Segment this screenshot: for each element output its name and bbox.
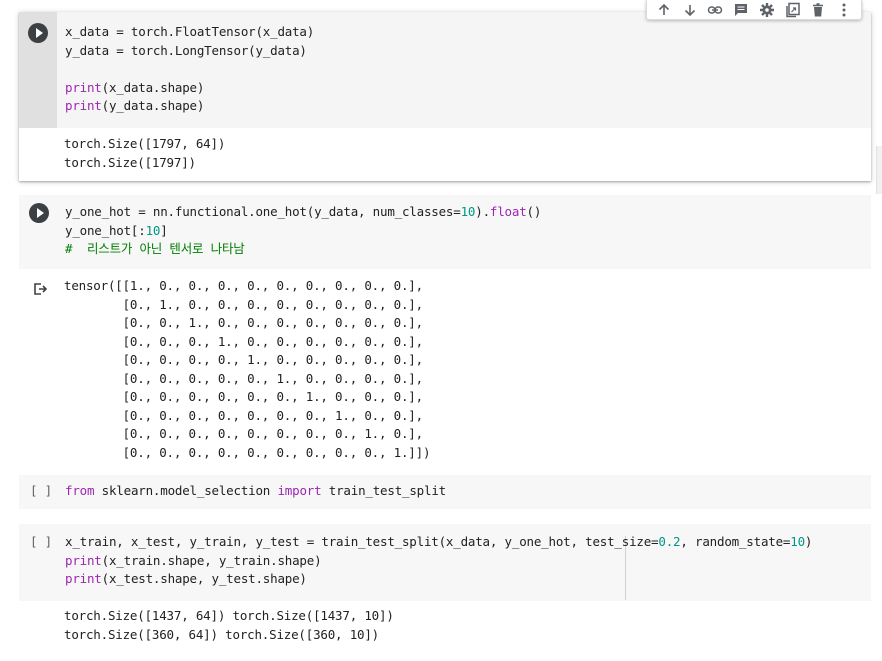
output-line: torch.Size([1797, 64]) [64, 136, 226, 151]
code-text[interactable]: from sklearn.model_selection import trai… [65, 482, 446, 501]
code-line: print(y_data.shape) [65, 97, 314, 116]
code-token-builtin: print [65, 79, 102, 95]
colab-notebook: x_data = torch.FloatTensor(x_data) y_data… [0, 0, 882, 661]
cell-toolbar [646, 0, 862, 20]
delete-cell-button[interactable] [807, 0, 829, 20]
code-token: y_one_hot[: [65, 222, 146, 238]
code-token-keyword: import [277, 483, 322, 498]
code-token: x_data = torch.FloatTensor(x_data) [65, 24, 315, 39]
output-line: tensor([[1., 0., 0., 0., 0., 0., 0., 0.,… [64, 278, 423, 293]
code-token: (x_train.shape, y_train.shape) [101, 552, 322, 568]
code-token: (y_data.shape) [101, 98, 205, 113]
code-token: x_train, x_test, y_train, y_test = train… [65, 534, 659, 549]
code-token: sklearn.model_selection [94, 483, 278, 498]
output-line: torch.Size([1437, 64]) torch.Size([1437,… [64, 608, 394, 623]
output-line: [0., 0., 1., 0., 0., 0., 0., 0., 0., 0.]… [64, 315, 424, 330]
code-token: , random_state= [680, 534, 791, 549]
code-line: # 리스트가 아닌 텐서로 나타남 [65, 240, 541, 259]
cell-output: torch.Size([1437, 64]) torch.Size([1437,… [64, 607, 394, 644]
code-token: ). [475, 204, 490, 219]
code-token-number: 10 [460, 204, 476, 219]
output-line: [0., 0., 0., 0., 0., 0., 0., 0., 0., 1.]… [64, 444, 431, 460]
run-cell-button[interactable] [28, 23, 48, 43]
output-line: torch.Size([360, 64]) torch.Size([360, 1… [64, 626, 380, 642]
code-line: x_data = torch.FloatTensor(x_data) [65, 23, 314, 42]
code-line: print(x_train.shape, y_train.shape) [65, 552, 812, 571]
code-line: print(x_test.shape, y_test.shape) [65, 570, 812, 589]
code-token: ) [804, 534, 813, 549]
code-token-keyword: from [65, 483, 95, 498]
code-token-builtin: print [65, 571, 102, 586]
comment-icon [735, 3, 748, 16]
code-token: train_test_split [321, 483, 446, 498]
cell-output: torch.Size([1797, 64]) torch.Size([1797]) [64, 135, 225, 172]
code-token: y_one_hot = nn.functional.one_hot(y_data… [65, 204, 461, 219]
gear-icon [759, 2, 774, 17]
arrow-down-icon [684, 4, 695, 16]
code-token: (x_test.shape, y_test.shape) [101, 571, 307, 586]
code-token-builtin: print [65, 552, 102, 568]
mirror-cell-button[interactable] [782, 0, 804, 20]
code-token: y_data = torch.LongTensor(y_data) [65, 42, 307, 58]
execution-prompt[interactable]: [ ] [30, 482, 52, 501]
code-line: y_data = torch.LongTensor(y_data) [65, 42, 314, 61]
code-line: x_train, x_test, y_train, y_test = train… [65, 533, 812, 552]
execution-prompt[interactable]: [ ] [30, 533, 52, 552]
code-token-number: 0.2 [658, 534, 681, 549]
code-line: y_one_hot[:10] [65, 222, 541, 241]
code-token: (x_data.shape) [101, 79, 205, 95]
run-cell-button[interactable] [29, 203, 49, 223]
code-text[interactable]: x_data = torch.FloatTensor(x_data) y_data… [65, 23, 314, 116]
scrollbar[interactable] [876, 146, 882, 194]
add-comment-button[interactable] [730, 0, 752, 20]
link-icon [708, 5, 723, 14]
more-vert-icon [842, 3, 846, 16]
copy-link-button[interactable] [704, 0, 726, 20]
code-line: print(x_data.shape) [65, 79, 314, 98]
arrow-up-icon [658, 3, 669, 15]
code-token-number: 10 [790, 534, 805, 549]
code-token-builtin: print [65, 98, 102, 113]
move-cell-down-button[interactable] [679, 0, 701, 20]
code-token: ] [160, 222, 168, 238]
code-comment: # 리스트가 아닌 텐서로 나타남 [65, 241, 245, 256]
code-token: () [526, 204, 542, 219]
output-line: torch.Size([1797]) [64, 154, 196, 170]
output-line: [0., 0., 0., 0., 1., 0., 0., 0., 0., 0.]… [64, 352, 424, 367]
output-line: [0., 0., 0., 0., 0., 0., 0., 0., 1., 0.]… [64, 426, 424, 441]
output-line: [0., 0., 0., 0., 0., 0., 1., 0., 0., 0.]… [64, 389, 424, 404]
code-text[interactable]: y_one_hot = nn.functional.one_hot(y_data… [65, 203, 541, 259]
cell-settings-button[interactable] [756, 0, 778, 20]
output-line: [0., 0., 0., 0., 0., 1., 0., 0., 0., 0.]… [64, 370, 424, 386]
cell-output: tensor([[1., 0., 0., 0., 0., 0., 0., 0.,… [64, 277, 430, 462]
output-exit-icon[interactable] [32, 281, 48, 297]
more-options-button[interactable] [833, 0, 855, 20]
code-text[interactable]: x_train, x_test, y_train, y_test = train… [65, 533, 812, 589]
output-line: [0., 0., 0., 0., 0., 0., 0., 1., 0., 0.]… [64, 407, 424, 423]
code-token-builtin: float [489, 204, 527, 219]
code-token-number: 10 [145, 222, 161, 238]
mirror-cell-icon [785, 2, 800, 17]
output-line: [0., 0., 0., 1., 0., 0., 0., 0., 0., 0.]… [64, 333, 424, 349]
output-line: [0., 1., 0., 0., 0., 0., 0., 0., 0., 0.]… [64, 296, 424, 312]
trash-icon [813, 2, 824, 16]
move-cell-up-button[interactable] [653, 0, 675, 20]
code-cell-1: x_data = torch.FloatTensor(x_data) y_data… [19, 12, 871, 181]
code-line: y_one_hot = nn.functional.one_hot(y_data… [65, 203, 541, 222]
